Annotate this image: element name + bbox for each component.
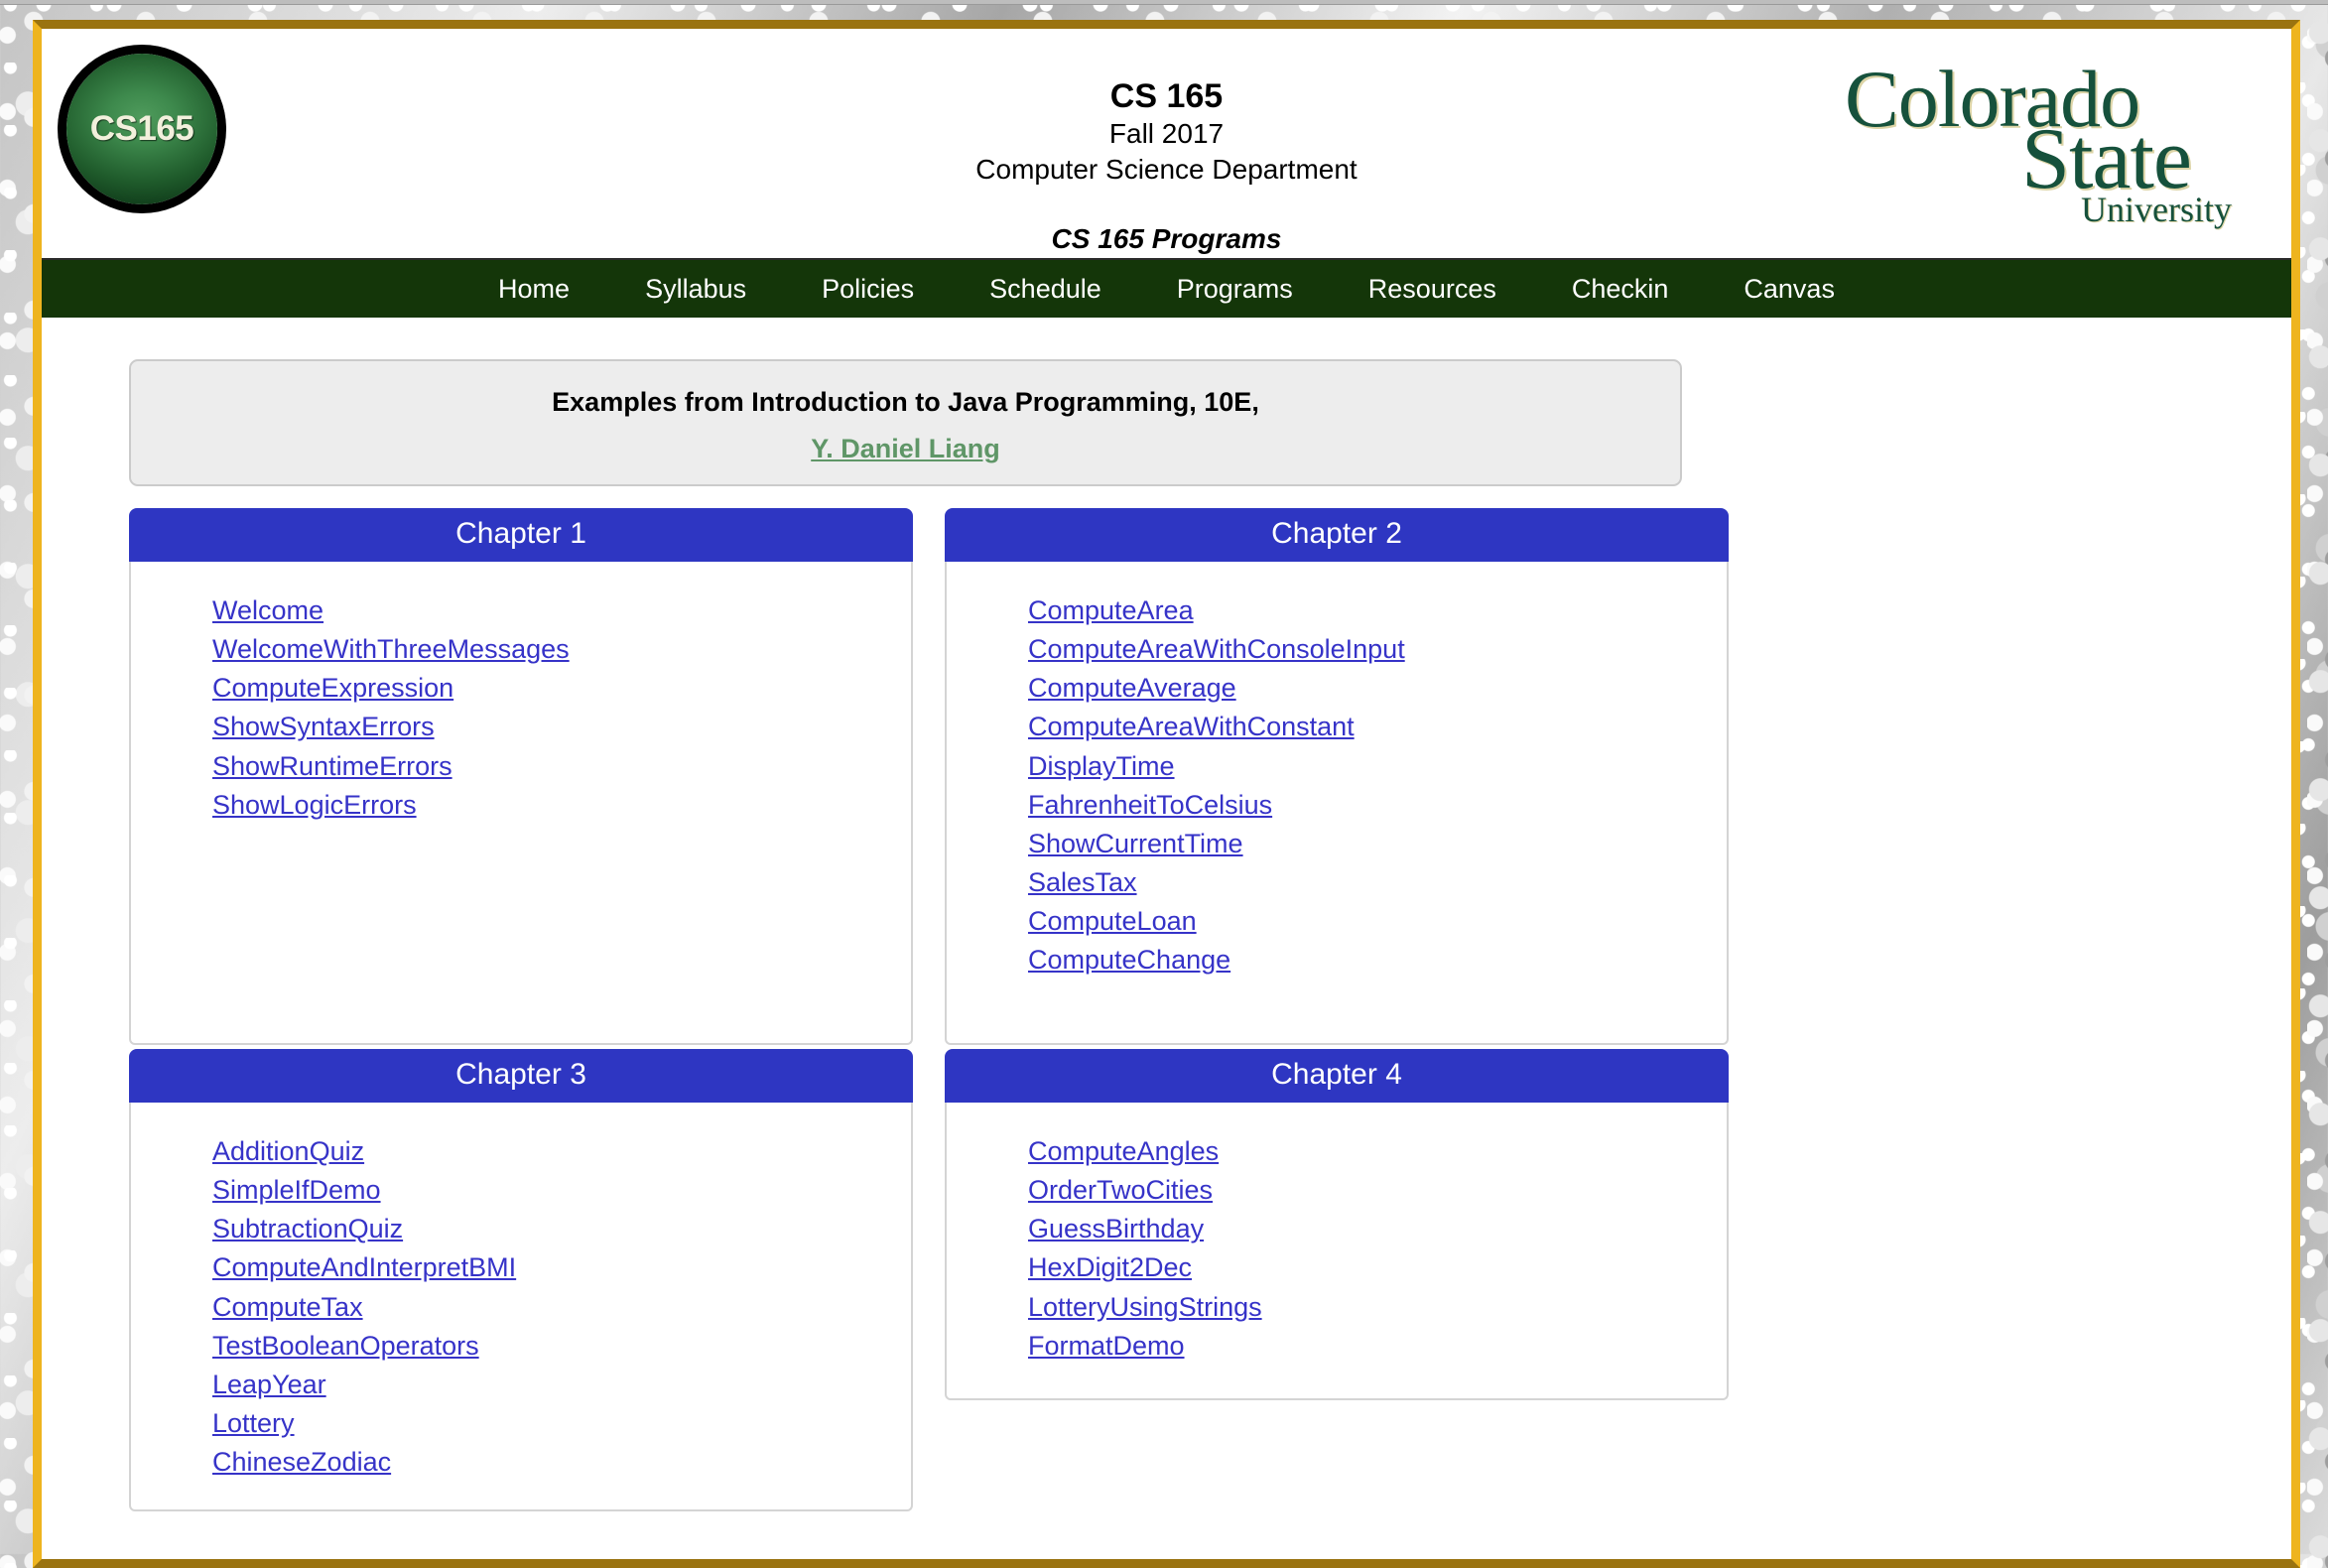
chapter-block: Chapter 2 ComputeArea ComputeAreaWithConso…	[945, 508, 1729, 1045]
chapter-header[interactable]: Chapter 2	[945, 508, 1729, 562]
program-link[interactable]: SimpleIfDemo	[212, 1171, 381, 1210]
chapter-block: Chapter 1 Welcome WelcomeWithThreeMessages…	[129, 508, 913, 1045]
program-link[interactable]: ComputeAndInterpretBMI	[212, 1248, 516, 1287]
nav-item-programs[interactable]: Programs	[1139, 274, 1331, 305]
program-link[interactable]: SubtractionQuiz	[212, 1210, 403, 1248]
program-link[interactable]: SalesTax	[1028, 863, 1137, 902]
nav-item-canvas[interactable]: Canvas	[1706, 274, 1873, 305]
program-link[interactable]: Lottery	[212, 1404, 295, 1443]
csu-logo: Colorado State University	[1845, 57, 2262, 228]
masthead: CS165 CS 165 Fall 2017 Computer Science …	[42, 29, 2291, 260]
program-link[interactable]: ComputeAngles	[1028, 1132, 1219, 1171]
program-link[interactable]: ComputeLoan	[1028, 902, 1197, 941]
program-link[interactable]: TestBooleanOperators	[212, 1327, 479, 1366]
nav-item-policies[interactable]: Policies	[784, 274, 952, 305]
textbook-info-box: Examples from Introduction to Java Progr…	[129, 359, 1682, 486]
chapter-header[interactable]: Chapter 3	[129, 1049, 913, 1103]
program-link[interactable]: OrderTwoCities	[1028, 1171, 1213, 1210]
chapter-block: Chapter 4 ComputeAngles OrderTwoCities Gues…	[945, 1049, 1729, 1511]
chapter-header[interactable]: Chapter 4	[945, 1049, 1729, 1103]
chapter-program-list: AdditionQuiz SimpleIfDemo SubtractionQuiz C…	[129, 1103, 913, 1512]
nav-item-schedule[interactable]: Schedule	[952, 274, 1139, 305]
csu-logo-line-university: University	[2081, 190, 2232, 229]
program-link[interactable]: Welcome	[212, 591, 323, 630]
program-link[interactable]: ShowLogicErrors	[212, 786, 417, 825]
chapter-grid: Chapter 1 Welcome WelcomeWithThreeMessages…	[129, 508, 1729, 1515]
program-link[interactable]: DisplayTime	[1028, 747, 1175, 786]
program-link[interactable]: WelcomeWithThreeMessages	[212, 630, 570, 669]
main-navigation: Home Syllabus Policies Schedule Programs Reso…	[42, 260, 2291, 318]
program-link[interactable]: ComputeAreaWithConstant	[1028, 708, 1355, 746]
program-link[interactable]: ComputeTax	[212, 1288, 363, 1327]
program-link[interactable]: ComputeChange	[1028, 941, 1230, 980]
program-link[interactable]: LeapYear	[212, 1366, 326, 1404]
program-link[interactable]: ShowRuntimeErrors	[212, 747, 453, 786]
main-content: Examples from Introduction to Java Progr…	[42, 318, 2291, 1515]
browser-top-strip	[0, 0, 2328, 5]
textbook-author-link[interactable]: Y. Daniel Liang	[811, 434, 1000, 464]
program-link[interactable]: ComputeAreaWithConsoleInput	[1028, 630, 1405, 669]
chapter-program-list: ComputeAngles OrderTwoCities GuessBirthday…	[945, 1103, 1729, 1400]
program-link[interactable]: GuessBirthday	[1028, 1210, 1204, 1248]
program-link[interactable]: LotteryUsingStrings	[1028, 1288, 1262, 1327]
nav-item-syllabus[interactable]: Syllabus	[607, 274, 784, 305]
chapter-program-list: ComputeArea ComputeAreaWithConsoleInput Co…	[945, 562, 1729, 1045]
nav-item-resources[interactable]: Resources	[1331, 274, 1534, 305]
program-link[interactable]: ComputeArea	[1028, 591, 1194, 630]
page-title: CS 165 Programs	[1051, 222, 1282, 254]
program-link[interactable]: FahrenheitToCelsius	[1028, 786, 1272, 825]
program-link[interactable]: ChineseZodiac	[212, 1443, 391, 1482]
chapter-program-list: Welcome WelcomeWithThreeMessages ComputeEx…	[129, 562, 913, 1045]
program-link[interactable]: FormatDemo	[1028, 1327, 1185, 1366]
nav-item-checkin[interactable]: Checkin	[1534, 274, 1707, 305]
program-link[interactable]: ShowCurrentTime	[1028, 825, 1243, 863]
program-link[interactable]: HexDigit2Dec	[1028, 1248, 1192, 1287]
program-link[interactable]: ShowSyntaxErrors	[212, 708, 435, 746]
page-frame: CS165 CS 165 Fall 2017 Computer Science …	[33, 20, 2300, 1568]
nav-item-home[interactable]: Home	[460, 274, 607, 305]
program-link[interactable]: ComputeExpression	[212, 669, 453, 708]
textbook-info-title: Examples from Introduction to Java Progr…	[552, 387, 1259, 417]
program-link[interactable]: ComputeAverage	[1028, 669, 1236, 708]
chapter-header[interactable]: Chapter 1	[129, 508, 913, 562]
chapter-block: Chapter 3 AdditionQuiz SimpleIfDemo Subtrac…	[129, 1049, 913, 1512]
program-link[interactable]: AdditionQuiz	[212, 1132, 364, 1171]
